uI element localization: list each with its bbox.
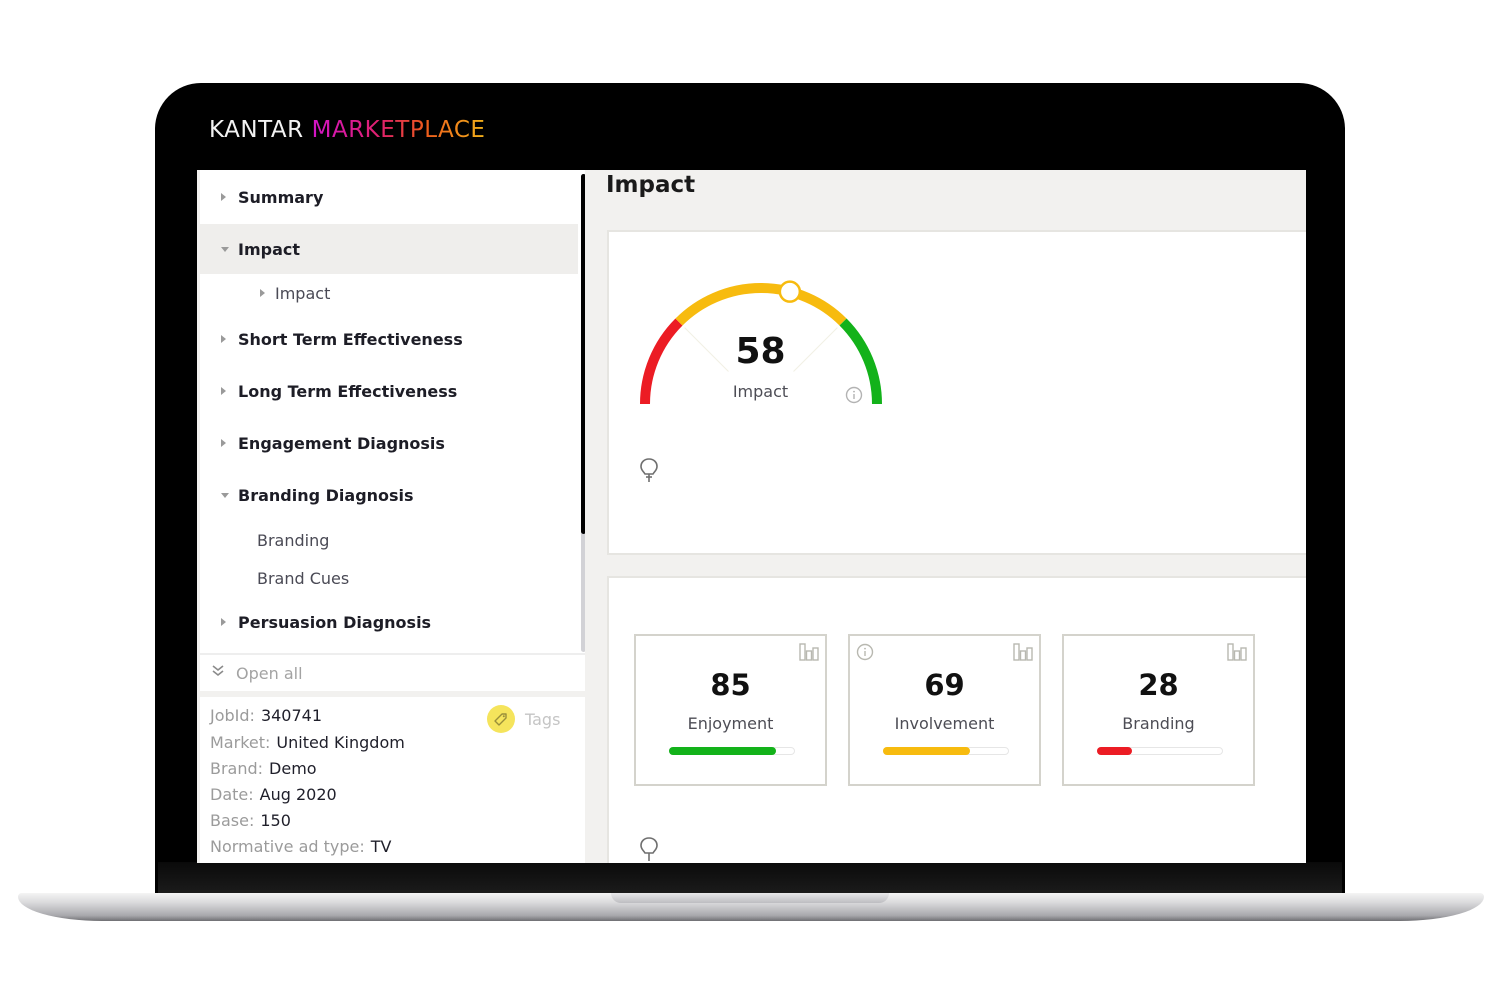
metric-progress-bar xyxy=(1097,747,1223,755)
info-value: 150 xyxy=(260,811,291,830)
tags-label: Tags xyxy=(525,709,561,729)
caret-right-icon xyxy=(260,289,265,297)
caret-down-icon xyxy=(221,492,229,498)
sidebar: Summary Impact Impact Short Term Effecti… xyxy=(200,170,586,863)
metric-label: Enjoyment xyxy=(687,714,774,733)
info-value: Aug 2020 xyxy=(259,785,337,804)
caret-right-icon xyxy=(221,618,226,626)
metric-tile-involvement[interactable]: 69 Involvement xyxy=(848,634,1041,786)
job-info-panel: JobId: 340741 Market: United Kingdom Brand… xyxy=(200,697,585,863)
nav-item-engagement-diagnosis[interactable]: Engagement Diagnosis xyxy=(200,418,578,468)
nav-item-long-term-effectiveness[interactable]: Long Term Effectiveness xyxy=(200,366,578,416)
metrics-card: 85 Enjoyment 69 Involvement 28 Branding xyxy=(607,576,1306,863)
nav-subitem-label: Brand Cues xyxy=(257,568,350,588)
nav-item-impact[interactable]: Impact xyxy=(200,224,578,274)
gauge-value: 58 xyxy=(735,331,786,372)
bar-chart-icon[interactable] xyxy=(1227,643,1247,665)
brand-logo: KANTAR MARKETPLACE xyxy=(209,117,485,143)
info-value: 340741 xyxy=(260,706,323,725)
metric-value: 69 xyxy=(924,668,965,702)
metric-value: 28 xyxy=(1138,668,1179,702)
info-normative-ad-type: Normative ad type: TV xyxy=(210,837,391,856)
report-nav: Summary Impact Impact Short Term Effecti… xyxy=(200,170,578,652)
caret-right-icon xyxy=(221,193,226,201)
laptop-notch xyxy=(611,893,889,903)
info-key: Base: xyxy=(210,811,255,830)
metric-label: Branding xyxy=(1122,714,1195,733)
bar-chart-icon[interactable] xyxy=(799,643,819,665)
app-screen: Summary Impact Impact Short Term Effecti… xyxy=(197,170,1306,863)
nav-item-summary[interactable]: Summary xyxy=(200,172,578,222)
metric-tile-branding[interactable]: 28 Branding xyxy=(1062,634,1255,786)
open-all-label: Open all xyxy=(236,663,303,683)
bar-chart-icon[interactable] xyxy=(1013,643,1033,665)
caret-right-icon xyxy=(221,439,226,447)
metric-progress-fill xyxy=(669,747,777,755)
info-value: United Kingdom xyxy=(276,733,405,752)
laptop-chin xyxy=(158,862,1342,895)
nav-subitem-impact[interactable]: Impact xyxy=(260,278,330,308)
metric-value: 85 xyxy=(710,668,751,702)
metric-progress-bar xyxy=(669,747,795,755)
metric-progress-bar xyxy=(883,747,1009,755)
nav-item-label: Long Term Effectiveness xyxy=(238,381,458,401)
double-chevron-down-icon xyxy=(211,664,225,681)
caret-right-icon xyxy=(221,335,226,343)
nav-subitem-label: Branding xyxy=(257,530,330,550)
nav-item-label: Summary xyxy=(238,187,324,207)
pane-divider xyxy=(585,170,588,863)
tags-button[interactable]: Tags xyxy=(487,705,560,733)
nav-item-persuasion-diagnosis[interactable]: Persuasion Diagnosis xyxy=(200,597,578,647)
nav-subitem-label: Impact xyxy=(275,283,331,303)
tag-icon xyxy=(487,705,515,733)
info-base: Base: 150 xyxy=(210,811,291,830)
lightbulb-icon[interactable] xyxy=(638,836,660,863)
brand-name-marketplace: MARKETPLACE xyxy=(311,117,486,143)
nav-subitem-branding[interactable]: Branding xyxy=(257,525,329,555)
info-icon[interactable] xyxy=(845,386,863,408)
impact-gauge-card: 58 Impact xyxy=(607,230,1306,555)
info-brand: Brand: Demo xyxy=(210,759,317,778)
brand-name-kantar: KANTAR xyxy=(209,117,304,143)
info-value: Demo xyxy=(269,759,317,778)
caret-down-icon xyxy=(221,246,229,252)
info-icon[interactable] xyxy=(856,643,874,665)
lightbulb-icon[interactable] xyxy=(638,457,660,489)
info-market: Market: United Kingdom xyxy=(210,733,405,752)
metric-progress-fill xyxy=(883,747,970,755)
caret-right-icon xyxy=(221,387,226,395)
gauge-band-1 xyxy=(675,283,847,326)
gauge-marker xyxy=(778,280,802,303)
info-jobid: JobId: 340741 xyxy=(210,706,322,725)
info-key: Brand: xyxy=(210,759,264,778)
info-value: TV xyxy=(370,837,392,856)
nav-subitem-brand-cues[interactable]: Brand Cues xyxy=(257,563,349,593)
info-key: Market: xyxy=(210,733,271,752)
nav-item-label: Engagement Diagnosis xyxy=(238,433,445,453)
nav-item-branding-diagnosis[interactable]: Branding Diagnosis xyxy=(200,470,578,520)
metric-tile-enjoyment[interactable]: 85 Enjoyment xyxy=(634,634,827,786)
nav-item-short-term-effectiveness[interactable]: Short Term Effectiveness xyxy=(200,314,578,364)
info-key: Date: xyxy=(210,785,254,804)
info-key: Normative ad type: xyxy=(210,837,365,856)
nav-item-label: Impact xyxy=(238,239,301,259)
metric-progress-fill xyxy=(1097,747,1133,755)
page-title: Impact xyxy=(606,172,696,198)
open-all-button[interactable]: Open all xyxy=(200,653,585,693)
nav-item-label: Short Term Effectiveness xyxy=(238,329,463,349)
info-key: JobId: xyxy=(210,706,255,725)
info-date: Date: Aug 2020 xyxy=(210,785,337,804)
nav-item-label: Branding Diagnosis xyxy=(238,485,414,505)
metric-label: Involvement xyxy=(894,714,995,733)
nav-item-label: Persuasion Diagnosis xyxy=(238,612,432,632)
gauge-label: Impact xyxy=(732,382,789,401)
